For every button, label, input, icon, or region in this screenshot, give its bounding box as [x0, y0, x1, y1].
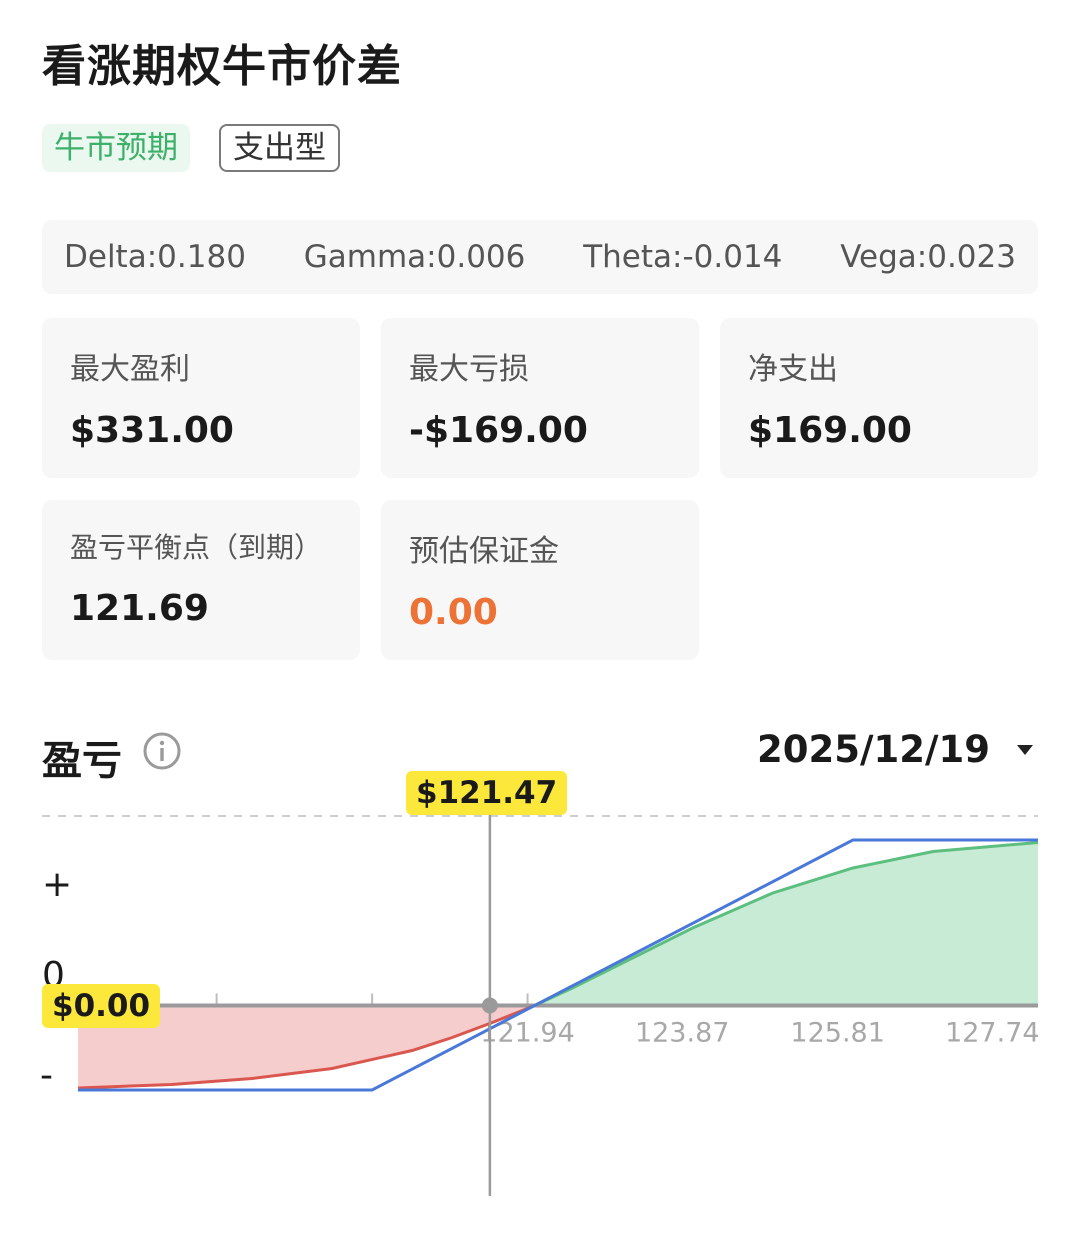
- greek-gamma: Gamma:0.006: [303, 239, 526, 275]
- breakeven-label: 盈亏平衡点（到期）: [70, 531, 323, 564]
- max-profit-value: $331.00: [70, 410, 234, 451]
- sentiment-tag: 牛市预期: [42, 124, 190, 172]
- net-cost-card: 净支出 $169.00: [720, 318, 1038, 478]
- margin-value: 0.00: [409, 592, 498, 633]
- max-loss-card: 最大亏损 -$169.00: [381, 318, 699, 478]
- net-cost-value: $169.00: [748, 410, 912, 451]
- info-icon[interactable]: [142, 731, 182, 771]
- max-loss-value: -$169.00: [409, 410, 588, 451]
- greek-theta: Theta:-0.014: [583, 239, 783, 275]
- current-price-badge: $121.47: [406, 771, 568, 815]
- greeks-bar: Delta:0.180 Gamma:0.006 Theta:-0.014 Veg…: [42, 220, 1038, 294]
- breakeven-card: 盈亏平衡点（到期） 121.69: [42, 500, 360, 660]
- max-profit-label: 最大盈利: [70, 352, 190, 387]
- x-tick-label: 127.74: [945, 1018, 1039, 1049]
- y-label-minus: -: [40, 1055, 53, 1096]
- page-title: 看涨期权牛市价差: [42, 41, 402, 92]
- price-cursor-dot: [481, 997, 498, 1014]
- greek-delta: Delta:0.180: [64, 239, 246, 275]
- net-cost-label: 净支出: [748, 352, 838, 387]
- pnl-value-badge: $0.00: [42, 984, 161, 1028]
- x-tick-label: 125.81: [790, 1018, 884, 1049]
- greek-vega: Vega:0.023: [840, 239, 1016, 275]
- breakeven-value: 121.69: [70, 588, 209, 629]
- x-tick-label: 123.87: [635, 1018, 729, 1049]
- y-label-plus: +: [42, 864, 72, 905]
- strategy-type-tag: 支出型: [219, 124, 340, 172]
- max-profit-card: 最大盈利 $331.00: [42, 318, 360, 478]
- profit-area: [534, 842, 1038, 1006]
- max-loss-label: 最大亏损: [409, 352, 529, 387]
- margin-label: 预估保证金: [409, 534, 559, 569]
- expiry-date-selector[interactable]: 2025/12/19: [757, 728, 990, 771]
- caret-down-icon[interactable]: [1012, 740, 1038, 760]
- margin-card: 预估保证金 0.00: [381, 500, 699, 660]
- pnl-chart[interactable]: 118.06120.00121.94123.87125.81127.74 + 0…: [0, 770, 1080, 1210]
